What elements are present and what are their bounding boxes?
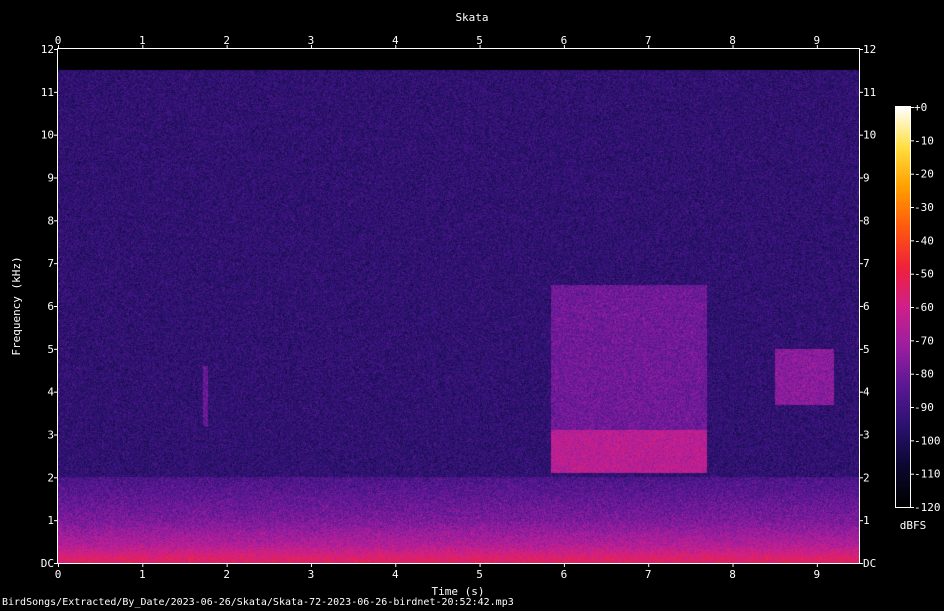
y-tick-label-right: 3 [863,429,870,442]
x-tick-label-bottom: 6 [561,568,568,581]
y-tick-label-left: DC [41,557,54,570]
colorbar-label: dBFS [900,519,927,532]
y-tick-label-left: 7 [47,257,54,270]
colorbar-tick-label: -90 [914,401,934,414]
spectrogram-chart: Skata 00112233445566778899DC DC1 12 23 34 45 5… [10,11,941,598]
y-axis-label: Frequency (kHz) [10,256,23,355]
x-tick-label-top: 9 [814,34,821,47]
colorbar-tick-label: -20 [914,168,934,181]
x-tick-label-bottom: 7 [645,568,652,581]
y-tick-label-right: 4 [863,386,870,399]
y-tick-label-right: 1 [863,514,870,527]
colorbar-tick-label: -30 [914,201,934,214]
colorbar-tick-label: -80 [914,368,934,381]
y-tick-label-left: 12 [41,43,54,56]
colorbar-tick-label: -110 [914,468,941,481]
colorbar [896,107,910,507]
colorbar-gradient [896,107,910,507]
x-tick-label-top: 0 [55,34,62,47]
colorbar-tick-label: -120 [914,501,941,514]
colorbar-ticks: +0 -10 -20 -30 -40 -50 -60 -70 -80 -90 -100 -110 -12… [910,101,941,514]
x-tick-label-bottom: 9 [814,568,821,581]
y-tick-label-left: 3 [47,429,54,442]
colorbar-tick-label: -60 [914,301,934,314]
x-tick-label-top: 2 [223,34,230,47]
y-tick-label-right: 10 [863,129,876,142]
colorbar-tick-label: -70 [914,334,934,347]
y-tick-label-right: 12 [863,43,876,56]
y-tick-label-left: 4 [47,386,54,399]
y-tick-label-left: 6 [47,300,54,313]
y-tick-label-left: 11 [41,86,54,99]
colorbar-tick-label: -50 [914,268,934,281]
y-tick-label-left: 10 [41,129,54,142]
colorbar-tick-label: -40 [914,234,934,247]
x-tick-label-bottom: 8 [729,568,736,581]
y-tick-label-left: 9 [47,172,54,185]
colorbar-tick-label: +0 [914,101,927,114]
x-tick-label-top: 8 [729,34,736,47]
y-tick-label-left: 5 [47,343,54,356]
x-tick-label-bottom: 0 [55,568,62,581]
y-tick-label-right: 6 [863,300,870,313]
x-tick-label-bottom: 4 [392,568,399,581]
x-tick-label-top: 1 [139,34,146,47]
x-tick-label-top: 5 [476,34,483,47]
x-tick-label-top: 4 [392,34,399,47]
y-tick-label-left: 1 [47,514,54,527]
file-path: BirdSongs/Extracted/By_Date/2023-06-26/S… [2,597,514,608]
x-tick-label-top: 3 [308,34,315,47]
y-tick-label-right: 11 [863,86,876,99]
y-tick-label-left: 8 [47,214,54,227]
y-tick-label-right: 8 [863,214,870,227]
spectrogram-image [58,49,859,563]
x-tick-label-top: 7 [645,34,652,47]
y-tick-label-right: 7 [863,257,870,270]
y-tick-label-right: 5 [863,343,870,356]
colorbar-tick-label: -10 [914,134,934,147]
y-tick-label-right: DC [863,557,876,570]
colorbar-tick-label: -100 [914,434,941,447]
y-tick-label-right: 2 [863,471,870,484]
x-tick-label-top: 6 [561,34,568,47]
spectrogram-canvas [58,49,859,563]
y-tick-label-right: 9 [863,172,870,185]
x-tick-label-bottom: 1 [139,568,146,581]
x-tick-label-bottom: 2 [223,568,230,581]
chart-title: Skata [455,11,488,24]
y-tick-label-left: 2 [47,471,54,484]
x-tick-label-bottom: 3 [308,568,315,581]
x-tick-label-bottom: 5 [476,568,483,581]
